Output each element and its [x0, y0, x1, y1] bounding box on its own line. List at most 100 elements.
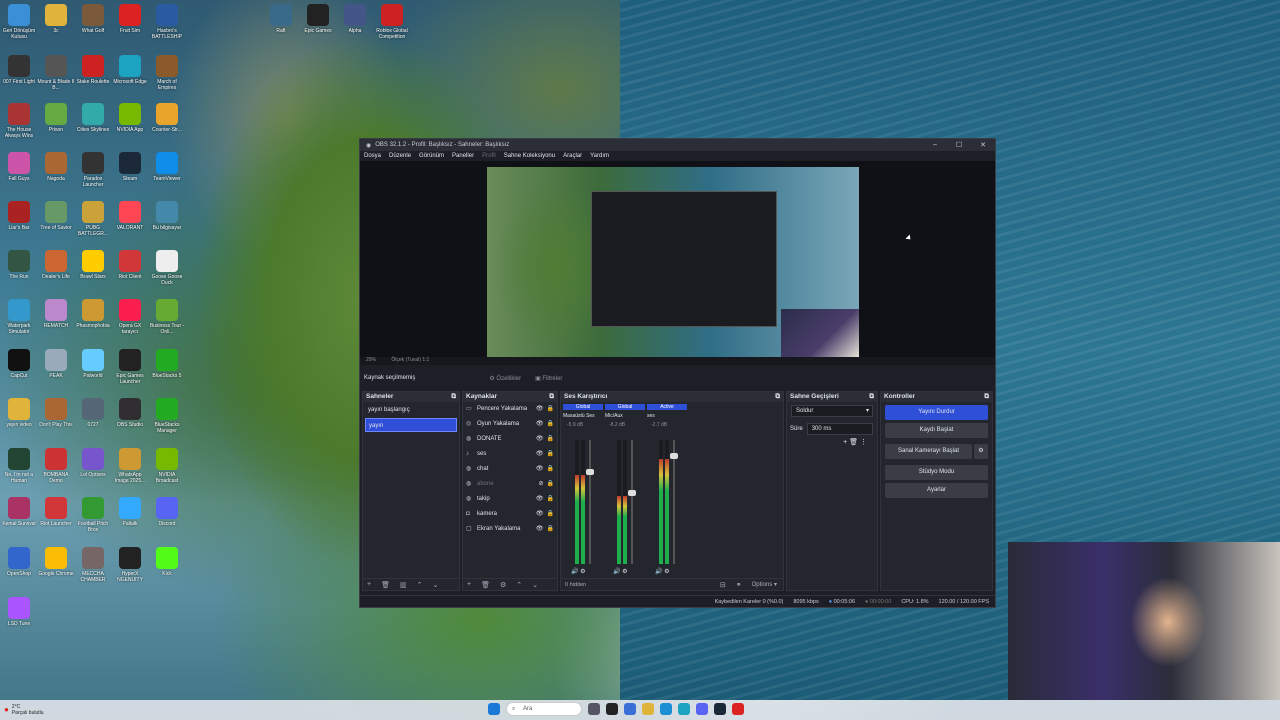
dock-menu-icon[interactable]: ⧉ — [984, 393, 989, 401]
store-icon[interactable] — [660, 703, 672, 715]
mixer-layout-icon[interactable]: ⊟ — [720, 581, 726, 589]
desktop-icon[interactable]: Epic Games Launcher — [111, 349, 149, 385]
desktop-icon[interactable]: Google Chrome — [37, 547, 75, 577]
desktop-icon[interactable]: Steam — [111, 152, 149, 182]
dock-menu-icon[interactable]: ⧉ — [775, 393, 780, 401]
volume-slider[interactable] — [670, 440, 678, 564]
gear-icon[interactable]: ⚙ — [580, 569, 585, 575]
desktop-icon[interactable]: Roblox Global Competition — [373, 4, 411, 40]
menu-yardim[interactable]: Yardım — [590, 153, 609, 159]
source-item[interactable]: ◍ chat 👁 🔒 — [463, 462, 557, 477]
up-icon[interactable]: ⌃ — [417, 581, 423, 589]
edge-icon[interactable] — [678, 703, 690, 715]
down-icon[interactable]: ⌄ — [432, 581, 438, 589]
desktop-icon[interactable]: BlueStacks 5 — [148, 349, 186, 379]
source-item[interactable]: ◘ kamera 👁 🔒 — [463, 507, 557, 522]
desktop-icon[interactable]: No, I'm not a Human — [0, 448, 38, 484]
lock-icon[interactable]: 🔒 — [547, 462, 554, 477]
desktop-icon[interactable]: Phasmophobia — [74, 299, 112, 329]
discord-icon[interactable] — [696, 703, 708, 715]
desktop-icon[interactable]: Prison — [37, 103, 75, 133]
volume-slider[interactable] — [586, 440, 594, 564]
eye-icon[interactable]: 👁 — [536, 522, 544, 537]
desktop-icon[interactable]: REMATCH — [37, 299, 75, 329]
filter-icon[interactable]: ▥ — [400, 581, 407, 589]
menu-gorunum[interactable]: Görünüm — [419, 153, 444, 159]
eye-icon[interactable]: 👁 — [536, 447, 544, 462]
volume-slider[interactable] — [628, 440, 636, 564]
menu-dosya[interactable]: Dosya — [364, 153, 381, 159]
desktop-icon[interactable]: March of Empires — [148, 55, 186, 91]
desktop-icon[interactable]: The Run — [0, 250, 38, 280]
settings-button[interactable]: Ayarlar — [885, 483, 988, 498]
maximize-button[interactable]: ☐ — [947, 141, 971, 149]
gear-icon[interactable]: ⚙ — [622, 569, 627, 575]
desktop-icon[interactable]: Riot Launcher — [37, 497, 75, 527]
channel-name[interactable]: Mic/Aux — [605, 413, 645, 419]
desktop-icon[interactable]: PEAK — [37, 349, 75, 379]
desktop-icon[interactable]: What Golf — [74, 4, 112, 34]
eye-icon[interactable]: 👁 — [536, 462, 544, 477]
desktop-icon[interactable]: Dealer's Life — [37, 250, 75, 280]
lock-icon[interactable]: 🔒 — [547, 447, 554, 462]
desktop-icon[interactable]: Fruit Sim — [111, 4, 149, 34]
studio-mode-button[interactable]: Stüdyo Modu — [885, 465, 988, 480]
desktop-icon[interactable]: BlueStacks Manager — [148, 398, 186, 434]
trash-icon[interactable]: 🗑 — [481, 581, 490, 589]
desktop-icon[interactable]: LSD Tune — [0, 597, 38, 627]
add-icon[interactable]: + — [843, 439, 847, 446]
desktop-icon[interactable]: Raft — [262, 4, 300, 34]
desktop-icon[interactable]: Business Tour - Onli... — [148, 299, 186, 335]
desktop-icon[interactable]: NVIDIA App — [111, 103, 149, 133]
desktop-icon[interactable]: Stake Roulette — [74, 55, 112, 85]
speaker-icon[interactable]: 🔊 — [655, 569, 664, 575]
desktop-icon[interactable]: Goose Goose Duck — [148, 250, 186, 286]
filters-button[interactable]: ▣ Filtreler — [535, 375, 562, 382]
down-icon[interactable]: ⌄ — [532, 581, 538, 589]
transition-select[interactable]: Soldur ▾ — [791, 405, 873, 417]
desktop-icon[interactable]: Opera GX tarayıcı — [111, 299, 149, 335]
desktop-icon[interactable]: Brawl Stars — [74, 250, 112, 280]
search-box[interactable]: ⌕ Ara — [506, 702, 582, 716]
scene-item[interactable]: yayın başlangıç — [365, 403, 457, 417]
lock-icon[interactable]: 🔒 — [547, 402, 554, 417]
desktop-icon[interactable]: Epic Games — [299, 4, 337, 34]
desktop-icon[interactable]: The House Always Wins — [0, 103, 38, 139]
volume-slider-handle[interactable] — [670, 452, 678, 459]
desktop-icon[interactable]: yayın video — [0, 398, 38, 428]
desktop-icon[interactable]: HyperX NGENUITY — [111, 547, 149, 583]
trash-icon[interactable]: 🗑 — [381, 581, 390, 589]
desktop-icon[interactable]: Waterpark Simulator — [0, 299, 38, 335]
desktop-icon[interactable]: 0727 — [74, 398, 112, 428]
obs-window[interactable]: ◉ OBS 32.1.2 - Profil: Başlıksız - Sahne… — [359, 138, 996, 608]
source-item[interactable]: ▭ Pencere Yakalama 👁 🔒 — [463, 402, 557, 417]
minimize-button[interactable]: – — [923, 141, 947, 149]
add-icon[interactable]: + — [367, 581, 371, 588]
eye-off-icon[interactable]: ⊘ — [538, 477, 543, 492]
lock-icon[interactable]: 🔒 — [547, 492, 554, 507]
speaker-icon[interactable]: 🔊 — [571, 569, 580, 575]
desktop-icon[interactable]: CapCut — [0, 349, 38, 379]
lock-icon[interactable]: 🔒 — [547, 507, 554, 522]
dock-menu-icon[interactable]: ⧉ — [869, 393, 874, 401]
channel-name[interactable]: Masaüstü Ses — [563, 413, 603, 419]
source-item[interactable]: ◍ DONATE 👁 🔒 — [463, 432, 557, 447]
eye-icon[interactable]: 👁 — [536, 402, 544, 417]
source-item[interactable]: ◍ abone ⊘ 🔒 — [463, 477, 557, 492]
link-icon[interactable]: ⚭ — [736, 581, 742, 589]
start-icon[interactable] — [488, 703, 500, 715]
desktop-icon[interactable]: Hasbro's BATTLESHIP — [148, 4, 186, 40]
gear-icon[interactable]: ⚙ — [974, 444, 988, 459]
add-icon[interactable]: + — [467, 581, 471, 588]
desktop-icon[interactable]: Riot Client — [111, 250, 149, 280]
desktop-icon[interactable]: Paltalk — [111, 497, 149, 527]
mixer-options-button[interactable]: Options ▾ — [752, 581, 777, 588]
preview-canvas[interactable] — [487, 167, 859, 357]
lock-icon[interactable]: 🔒 — [547, 522, 554, 537]
close-button[interactable]: ✕ — [971, 141, 995, 149]
volume-slider-handle[interactable] — [586, 468, 594, 475]
scene-item-selected[interactable]: yayın — [365, 418, 457, 432]
start-recording-button[interactable]: Kaydı Başlat — [885, 423, 988, 438]
desktop-icon[interactable]: Cities Skylines — [74, 103, 112, 133]
desktop-icon[interactable]: WhatsApp Image 2025... — [111, 448, 149, 484]
